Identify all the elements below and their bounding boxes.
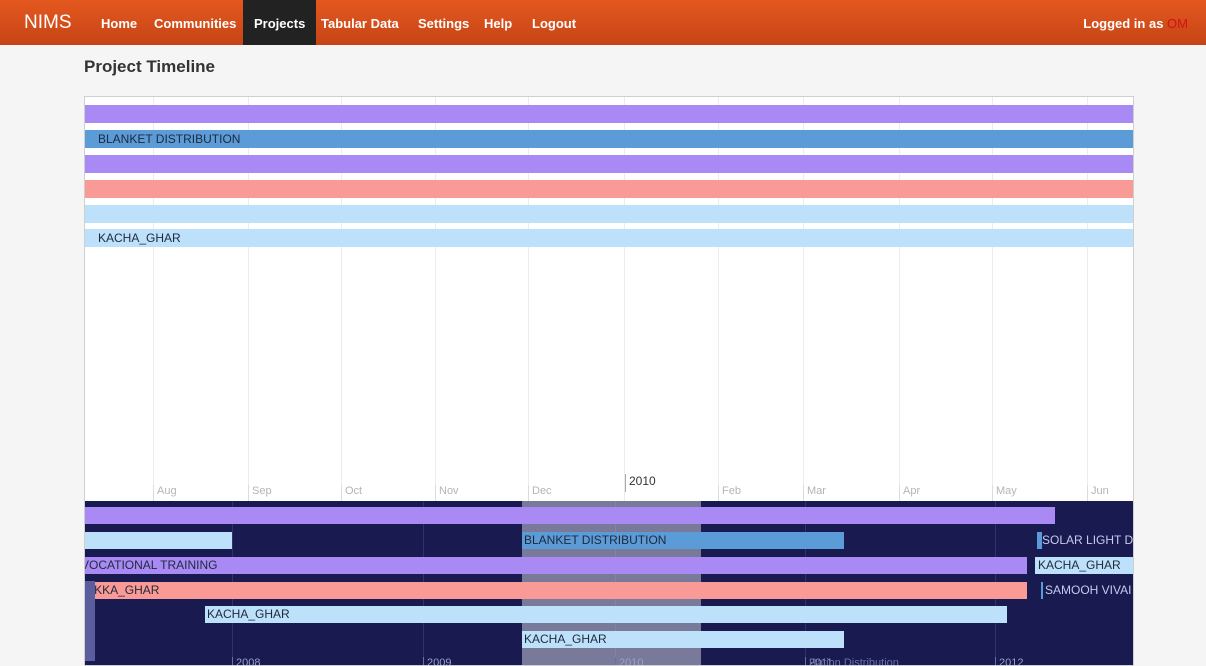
nav-projects[interactable]: Projects [243,0,317,45]
month-label: Apr [899,485,920,501]
bar-label: BLANKET DISTRIBUTION [98,132,241,146]
page-title: Project Timeline [84,57,216,76]
overview-note: Ration Distribution [809,657,899,666]
timeline-upper-band[interactable]: BLANKET DISTRIBUTION KACHA_GHAR Aug Sep … [85,97,1133,501]
timeline-credit [85,581,95,661]
overview-bar-label: KACHA_GHAR [1038,558,1121,572]
month-label: May [992,485,1017,501]
overview-bar-kacha[interactable] [205,606,1007,623]
project-bar-kacha[interactable] [85,229,1133,247]
overview-bar-pakka[interactable] [85,582,1027,599]
project-bar-blanket[interactable] [85,130,1133,148]
top-navbar: NIMS Home Communities Projects Tabular D… [0,0,1206,45]
overview-bar[interactable] [85,532,232,549]
nav-logout[interactable]: Logout [532,0,576,45]
project-bar[interactable] [85,105,1133,123]
overview-bar-label: SOLAR LIGHT D [1042,533,1134,547]
project-bar[interactable] [85,155,1133,173]
overview-bar-vocational[interactable] [85,557,1027,574]
bar-label: KACHA_GHAR [98,231,181,245]
project-bar[interactable] [85,205,1133,223]
month-label: Feb [718,485,741,501]
overview-bar[interactable] [1041,582,1043,599]
month-label: Mar [803,485,826,501]
overview-bar-label: BLANKET DISTRIBUTION [524,533,667,547]
overview-bar-label: VOCATIONAL TRAINING [85,558,218,572]
nav-help[interactable]: Help [484,0,512,45]
nav-communities[interactable]: Communities [154,0,236,45]
overview-bar-label: SAMOOH VIVAI [1045,583,1132,597]
nav-tabular-data[interactable]: Tabular Data [321,0,399,45]
month-label: Nov [435,485,459,501]
login-prefix: Logged in as [1083,16,1164,31]
month-label: Sep [248,485,272,501]
overview-bar-label: PAKKA_GHAR [85,583,160,597]
month-label: Aug [153,485,177,501]
timeline-overview-band[interactable]: BLANKET DISTRIBUTION SOLAR LIGHT D VOCAT… [85,501,1134,666]
project-bar[interactable] [85,180,1133,198]
overview-year-label: 2010 [615,657,643,665]
year-label: 2010 [625,474,656,492]
nav-settings[interactable]: Settings [418,0,469,45]
overview-year-label: 2008 [232,657,260,665]
login-status: Logged in as OM [1083,0,1188,45]
month-label: Oct [341,485,362,501]
project-timeline[interactable]: BLANKET DISTRIBUTION KACHA_GHAR Aug Sep … [84,96,1134,666]
overview-bar-label: KACHA_GHAR [524,632,607,646]
nav-home[interactable]: Home [101,0,137,45]
overview-bar-label: KACHA_GHAR [207,607,290,621]
overview-bar[interactable] [85,507,1055,524]
month-label: Jun [1087,485,1109,501]
month-label: Dec [528,485,552,501]
login-user[interactable]: OM [1167,16,1188,31]
overview-year-label: 2009 [423,657,451,665]
overview-year-label: 2012 [995,657,1023,665]
brand-logo[interactable]: NIMS [24,12,72,34]
